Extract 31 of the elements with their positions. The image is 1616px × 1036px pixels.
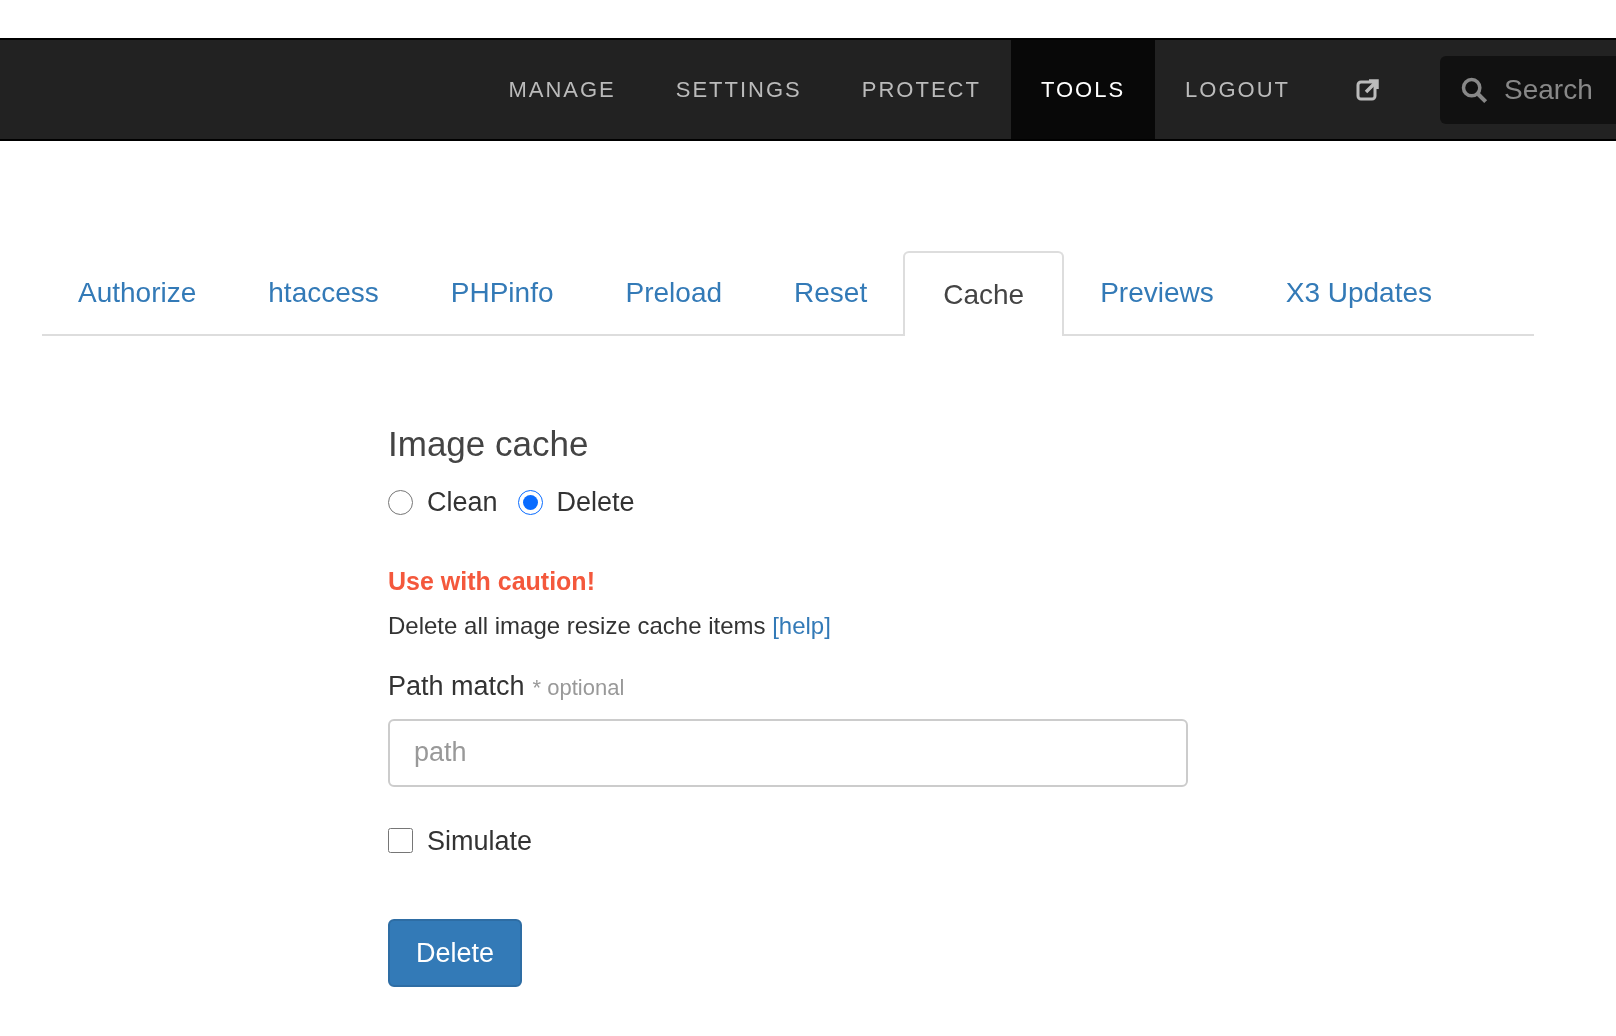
description-text: Delete all image resize cache items [help] xyxy=(388,611,831,641)
path-input-field[interactable]: path xyxy=(388,718,1188,787)
search-field[interactable]: Search xyxy=(1440,55,1616,124)
tab[interactable]: Preload xyxy=(589,251,759,334)
delete-button[interactable]: Delete xyxy=(388,919,523,987)
tab[interactable]: htaccess xyxy=(232,251,415,334)
nav-link[interactable]: LOGOUT xyxy=(1155,40,1320,139)
search-input[interactable]: Search xyxy=(1504,68,1614,111)
nav-link[interactable]: PROTECT xyxy=(831,40,1011,139)
help-link[interactable]: [help] xyxy=(772,612,831,639)
tab[interactable]: Cache xyxy=(903,251,1065,336)
tab[interactable]: Previews xyxy=(1064,251,1250,334)
search-icon xyxy=(1460,75,1488,104)
radio-button[interactable] xyxy=(388,489,413,515)
tab[interactable]: Authorize xyxy=(42,251,233,334)
nav-link[interactable]: SETTINGS xyxy=(645,40,832,139)
simulate-checkbox[interactable] xyxy=(388,828,413,854)
section-heading: Image cache xyxy=(388,423,589,465)
optional-note: * optional xyxy=(532,674,625,702)
warning-text: Use with caution! xyxy=(388,565,595,597)
field-label: Path match xyxy=(388,670,525,703)
radio-button[interactable] xyxy=(517,489,543,515)
radio-label: Delete xyxy=(556,486,635,519)
external-link-icon[interactable] xyxy=(1356,77,1380,102)
tab[interactable]: X3 Updates xyxy=(1249,251,1469,334)
tab[interactable]: Reset xyxy=(758,251,904,334)
checkbox-label: Simulate xyxy=(427,824,533,858)
tab[interactable]: PHPinfo xyxy=(414,251,590,334)
nav-link[interactable]: MANAGE xyxy=(478,40,646,139)
nav-link[interactable]: TOOLS xyxy=(1010,40,1156,139)
radio-label: Clean xyxy=(427,486,498,519)
